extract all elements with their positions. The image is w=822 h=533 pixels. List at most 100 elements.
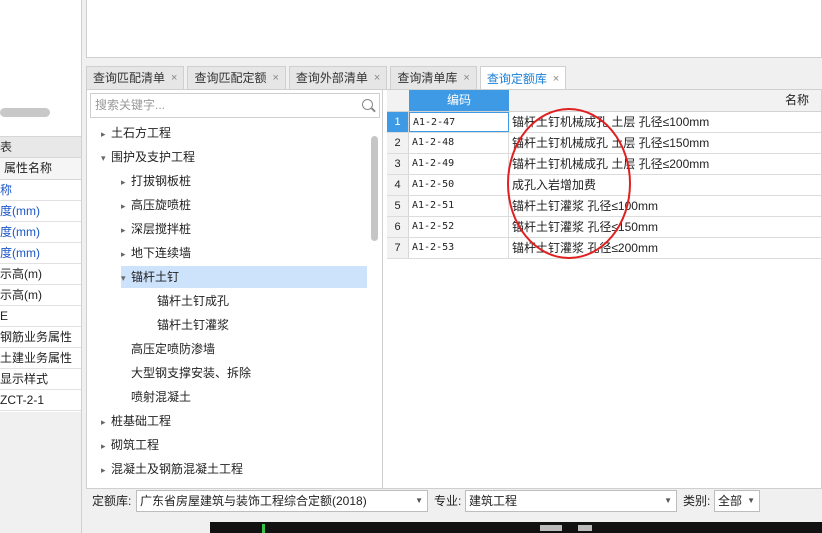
quota-name-cell[interactable]: 锚杆土钉机械成孔 土层 孔径≤100mm: [512, 112, 709, 132]
row-number: 5: [387, 196, 409, 216]
collapse-arrow-icon[interactable]: ▸: [121, 195, 131, 217]
property-row[interactable]: 示高(m): [0, 285, 81, 306]
quota-library-select[interactable]: 广东省房屋建筑与装饰工程综合定额(2018) ▼: [136, 490, 428, 512]
quota-code-cell[interactable]: A1-2-50: [409, 175, 509, 195]
property-row[interactable]: 度(mm): [0, 243, 81, 264]
search-input[interactable]: 搜索关键字...: [90, 93, 380, 118]
tree-node[interactable]: ▸ 砌筑工程: [101, 434, 159, 456]
category-label: 类别:: [683, 494, 711, 508]
horizontal-scrollbar[interactable]: [0, 108, 50, 117]
row-number: 4: [387, 175, 409, 195]
collapse-arrow-icon[interactable]: ▸: [121, 171, 131, 193]
tab-2[interactable]: 查询匹配定额 ×: [187, 66, 286, 89]
quota-name-cell[interactable]: 锚杆土钉灌浆 孔径≤200mm: [512, 238, 658, 258]
tree-node[interactable]: 高压定喷防渗墙: [121, 338, 215, 360]
collapse-arrow-icon[interactable]: ▸: [101, 411, 111, 433]
tree-node[interactable]: 锚杆土钉成孔: [147, 290, 229, 312]
tab-4[interactable]: 查询清单库 ×: [390, 66, 477, 89]
tree-node[interactable]: 大型钢支撑安装、拆除: [121, 362, 251, 384]
tree-node-label: 锚杆土钉灌浆: [157, 318, 230, 332]
tree-node[interactable]: ▸ 地下连续墙: [121, 242, 191, 264]
quota-code-cell[interactable]: A1-2-51: [409, 196, 509, 216]
tab-5[interactable]: 查询定额库 ×: [479, 66, 567, 90]
property-panel: 表 属性名称 称度(mm) 度(mm) 度(mm) 示高(m) 示高(m) E 钢筋业务属性…: [0, 0, 82, 533]
property-row[interactable]: 称: [0, 180, 81, 201]
collapse-arrow-icon[interactable]: ▸: [101, 459, 111, 481]
expand-arrow-icon[interactable]: ▾: [121, 267, 131, 289]
collapse-arrow-icon[interactable]: ▸: [101, 123, 111, 145]
table-row[interactable]: 4 A1-2-50 成孔入岩增加费: [387, 175, 821, 196]
quota-code-cell[interactable]: A1-2-48: [409, 133, 509, 153]
property-row[interactable]: ZCT-2-1: [0, 390, 81, 411]
close-icon[interactable]: ×: [171, 67, 177, 89]
collapse-arrow-icon[interactable]: ▸: [121, 219, 131, 241]
collapse-arrow-icon[interactable]: ▸: [101, 435, 111, 457]
tab-label: 查询匹配定额: [194, 71, 267, 85]
specialty-value: 建筑工程: [469, 494, 518, 508]
quota-code-cell[interactable]: A1-2-49: [409, 154, 509, 174]
quota-code-cell[interactable]: A1-2-47: [409, 112, 509, 132]
tree-node[interactable]: 锚杆土钉灌浆: [147, 314, 229, 336]
quota-code-cell[interactable]: A1-2-52: [409, 217, 509, 237]
tree-node[interactable]: ▾ 围护及支护工程: [101, 146, 195, 168]
category-value: 全部: [718, 494, 743, 508]
tree-node-label: 打拔钢板桩: [131, 174, 192, 188]
close-icon[interactable]: ×: [463, 67, 469, 89]
quota-tree-panel: 搜索关键字... ▸ 土石方工程 ▾ 围护及支护工程 ▸ 打拔钢板桩 ▸ 高压旋喷桩 ▸ 深层搅拌…: [87, 90, 383, 488]
tree-node-label: 深层搅拌桩: [131, 222, 192, 236]
filter-bar: 定额库: 广东省房屋建筑与装饰工程综合定额(2018) ▼ 专业: 建筑工程 ▼…: [86, 490, 822, 516]
tab-1[interactable]: 查询匹配清单 ×: [86, 66, 185, 89]
specialty-label: 专业:: [434, 494, 462, 508]
property-row[interactable]: 度(mm): [0, 201, 81, 222]
table-row[interactable]: 5 A1-2-51 锚杆土钉灌浆 孔径≤100mm: [387, 196, 821, 217]
row-number: 7: [387, 238, 409, 258]
tree-node[interactable]: ▸ 桩基础工程: [101, 410, 171, 432]
property-row[interactable]: E: [0, 306, 81, 327]
specialty-select[interactable]: 建筑工程 ▼: [465, 490, 677, 512]
property-row[interactable]: 显示样式: [0, 369, 81, 390]
row-number: 1: [387, 112, 409, 132]
quota-name-cell[interactable]: 锚杆土钉机械成孔 土层 孔径≤200mm: [512, 154, 709, 174]
quota-name-cell[interactable]: 成孔入岩增加费: [512, 175, 596, 195]
tree-node-label: 地下连续墙: [131, 246, 192, 260]
category-select[interactable]: 全部 ▼: [714, 490, 760, 512]
close-icon[interactable]: ×: [374, 67, 380, 89]
tree-node[interactable]: ▸ 深层搅拌桩: [121, 218, 191, 240]
table-row[interactable]: 7 A1-2-53 锚杆土钉灌浆 孔径≤200mm: [387, 238, 821, 259]
quota-code-cell[interactable]: A1-2-53: [409, 238, 509, 258]
tree-node-label: 喷射混凝土: [131, 390, 192, 404]
drawing-fragment: [540, 525, 562, 531]
close-icon[interactable]: ×: [272, 67, 278, 89]
search-icon[interactable]: [362, 99, 373, 110]
tree-node[interactable]: ▸ 混凝土及钢筋混凝土工程: [101, 458, 243, 480]
code-column-header[interactable]: 编码: [409, 90, 509, 112]
axis-marker: [262, 524, 265, 533]
close-icon[interactable]: ×: [553, 68, 559, 90]
tree-node-selected[interactable]: ▾ 锚杆土钉: [121, 266, 367, 288]
collapse-arrow-icon[interactable]: ▸: [121, 243, 131, 265]
quota-name-cell[interactable]: 锚杆土钉灌浆 孔径≤150mm: [512, 217, 658, 237]
property-row[interactable]: 示高(m): [0, 264, 81, 285]
row-number: 6: [387, 217, 409, 237]
tree-node[interactable]: ▸ 高压旋喷桩: [121, 194, 191, 216]
tree-node-label: 砌筑工程: [111, 438, 160, 452]
table-row[interactable]: 6 A1-2-52 锚杆土钉灌浆 孔径≤150mm: [387, 217, 821, 238]
property-row[interactable]: 钢筋业务属性: [0, 327, 81, 348]
tree-node-label: 锚杆土钉成孔: [157, 294, 230, 308]
tree-node[interactable]: ▸ 打拔钢板桩: [121, 170, 191, 192]
quota-name-cell[interactable]: 锚杆土钉机械成孔 土层 孔径≤150mm: [512, 133, 709, 153]
tree-vertical-scrollbar[interactable]: [371, 136, 378, 241]
property-row[interactable]: 土建业务属性: [0, 348, 81, 369]
table-row[interactable]: 2 A1-2-48 锚杆土钉机械成孔 土层 孔径≤150mm: [387, 133, 821, 154]
table-row[interactable]: 1 A1-2-47 锚杆土钉机械成孔 土层 孔径≤100mm: [387, 112, 821, 133]
tab-3[interactable]: 查询外部清单 ×: [288, 66, 388, 89]
tree-node[interactable]: ▸ 土石方工程: [101, 122, 171, 144]
tree-node[interactable]: 喷射混凝土: [121, 386, 191, 408]
property-row[interactable]: 度(mm): [0, 222, 81, 243]
quota-library-label: 定额库:: [92, 494, 132, 508]
quota-name-cell[interactable]: 锚杆土钉灌浆 孔径≤100mm: [512, 196, 658, 216]
name-column-header[interactable]: 名称: [509, 90, 821, 112]
expand-arrow-icon[interactable]: ▾: [101, 147, 111, 169]
table-row[interactable]: 3 A1-2-49 锚杆土钉机械成孔 土层 孔径≤200mm: [387, 154, 821, 175]
query-tabs: 查询匹配清单 × 查询匹配定额 × 查询外部清单 × 查询清单库 × 查询定额库 ×: [86, 66, 569, 90]
